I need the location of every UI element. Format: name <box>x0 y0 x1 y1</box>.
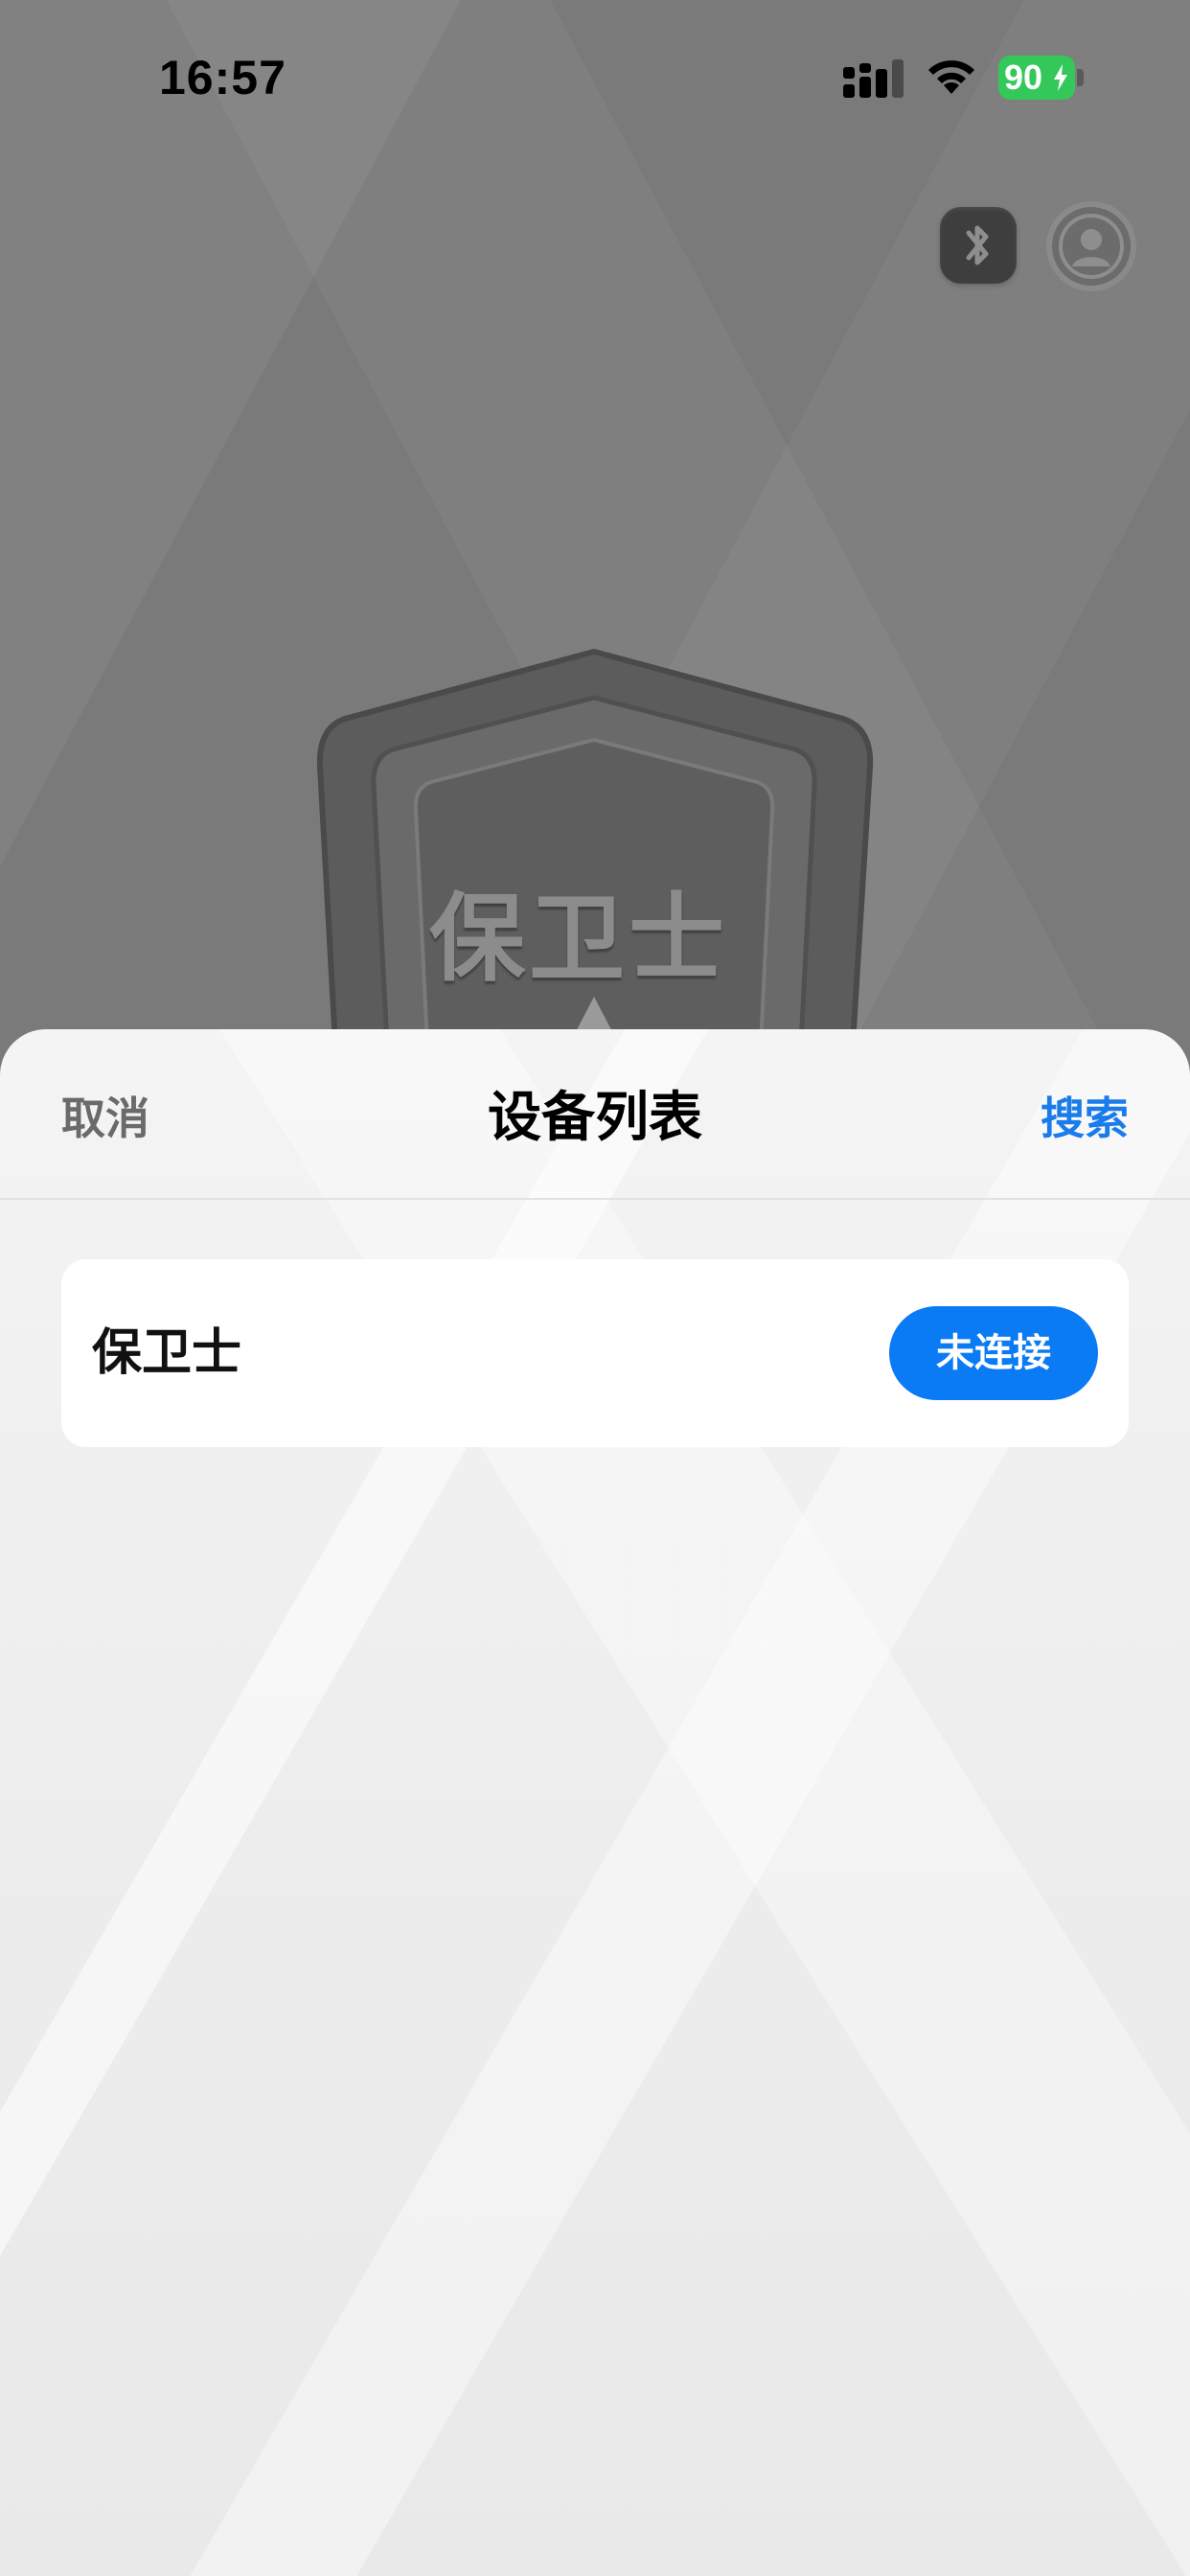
sheet-title: 设备列表 <box>488 1086 702 1149</box>
status-time: 16:57 <box>159 51 286 104</box>
device-name: 保卫士 <box>92 1323 242 1382</box>
sheet-header: 取消 设备列表 搜索 <box>0 1029 1190 1200</box>
bluetooth-button[interactable] <box>940 207 1017 284</box>
battery-indicator: 90 <box>998 56 1075 100</box>
charging-bolt-icon <box>1054 64 1067 91</box>
connection-status-button[interactable]: 未连接 <box>889 1306 1098 1400</box>
profile-button[interactable] <box>1046 201 1136 291</box>
device-list-sheet: 取消 设备列表 搜索 保卫士 未连接 <box>0 1029 1190 2576</box>
status-bar: 16:57 90 <box>0 0 1190 153</box>
wifi-icon <box>928 60 974 94</box>
cellular-signal-icon <box>843 59 904 98</box>
battery-level: 90 <box>1004 58 1043 97</box>
device-list-item[interactable]: 保卫士 未连接 <box>61 1259 1129 1447</box>
search-button[interactable]: 搜索 <box>1041 1085 1129 1152</box>
device-list: 保卫士 未连接 <box>61 1259 1129 1447</box>
battery-cap <box>1077 69 1084 86</box>
shield-logo-text: 保卫士 <box>429 883 728 995</box>
bluetooth-icon <box>966 225 989 265</box>
user-avatar-icon <box>1059 214 1124 279</box>
